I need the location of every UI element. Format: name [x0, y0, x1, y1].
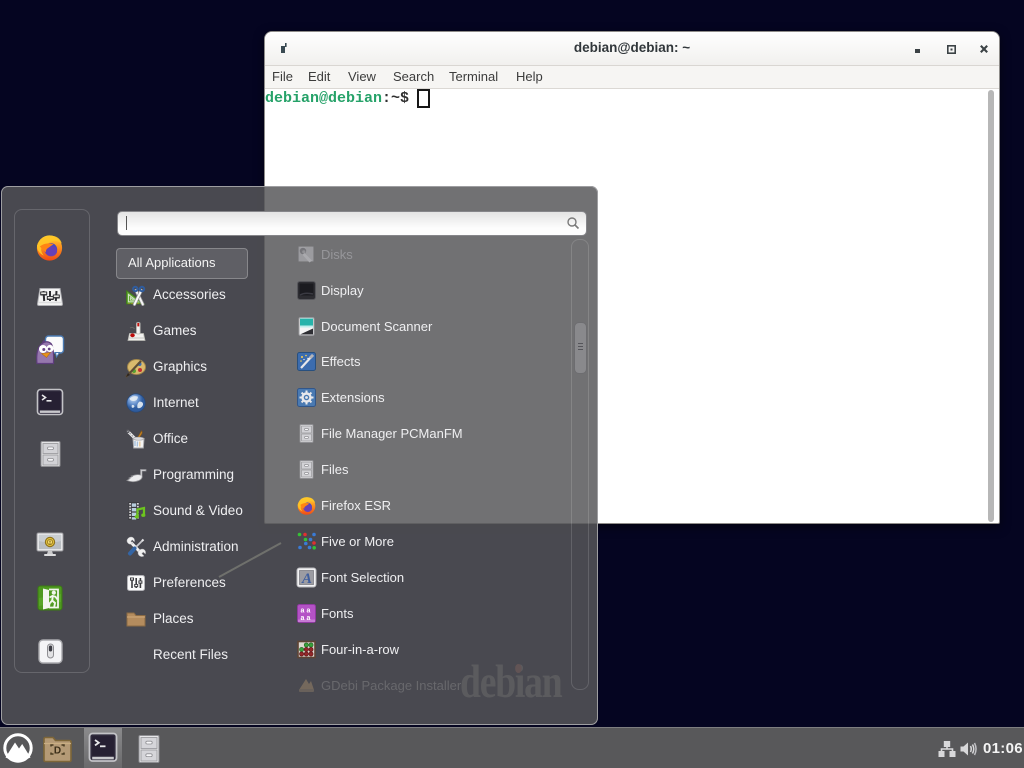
- svg-text:D: D: [54, 746, 61, 757]
- svg-text:a: a: [307, 615, 311, 622]
- svg-text:a: a: [301, 608, 305, 615]
- svg-text:a: a: [301, 615, 305, 622]
- svg-text:a: a: [307, 608, 311, 615]
- svg-text:A: A: [301, 571, 312, 587]
